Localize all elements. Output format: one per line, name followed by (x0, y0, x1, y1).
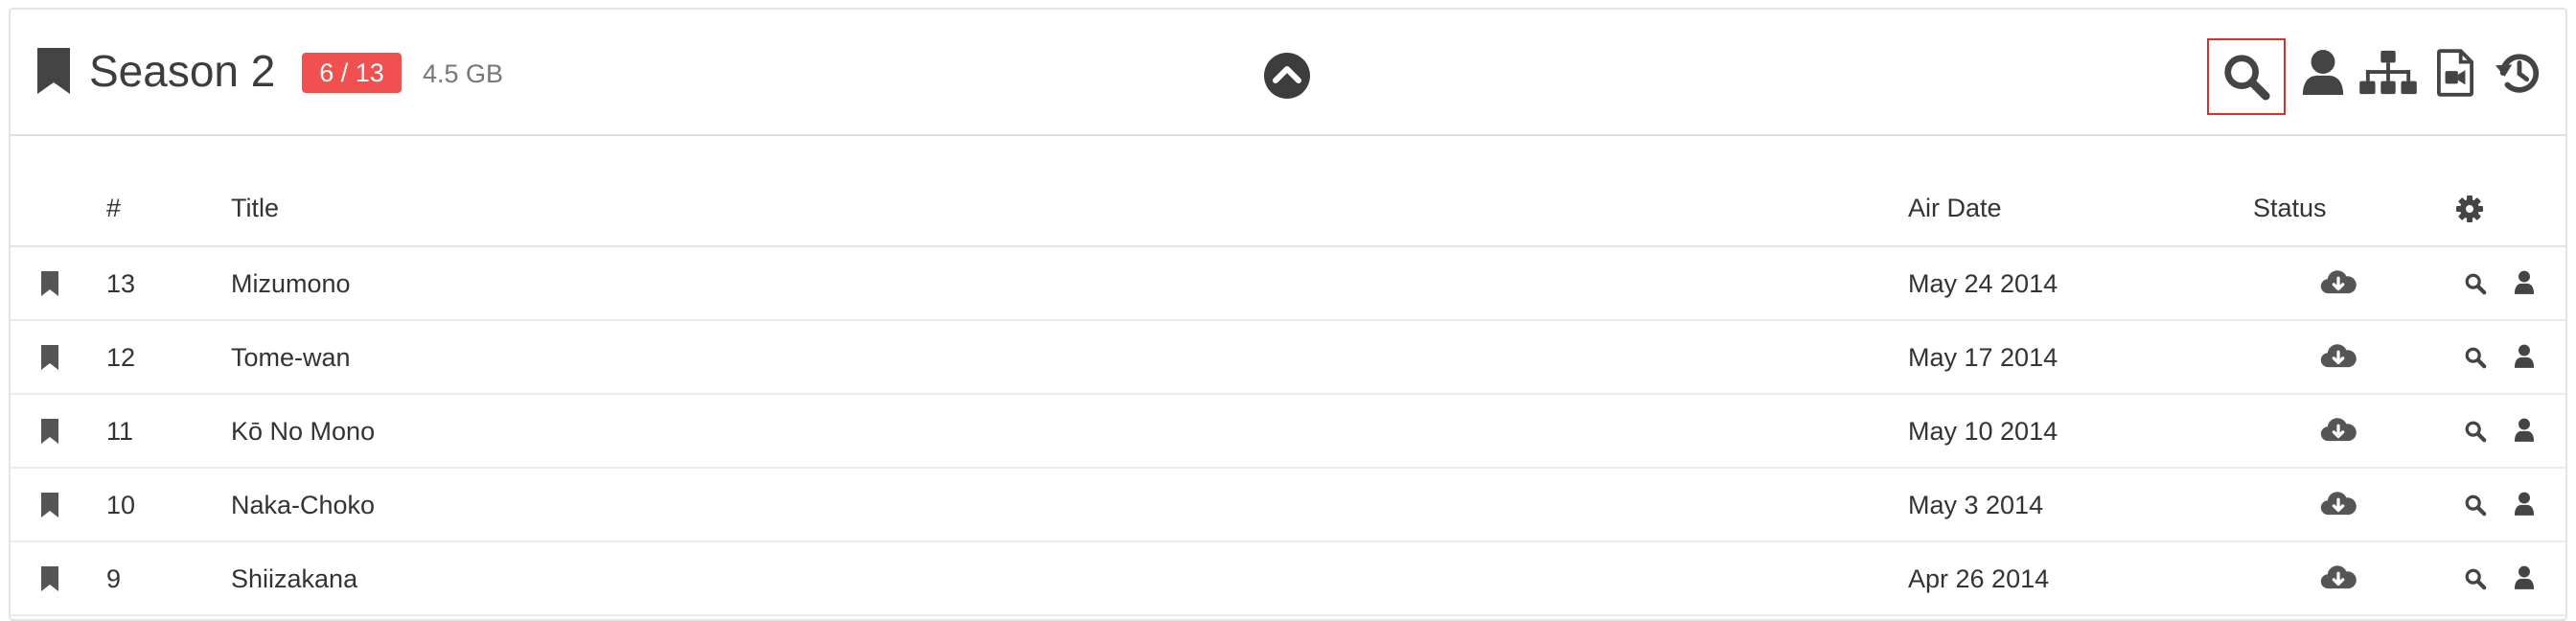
table-row: 12 Tome-wan May 17 2014 (11, 321, 2565, 395)
column-header-status[interactable]: Status (2253, 194, 2327, 222)
bookmark-icon[interactable] (39, 270, 60, 297)
episode-number: 9 (106, 564, 122, 593)
cloud-download-icon[interactable] (2320, 342, 2358, 373)
cloud-download-icon[interactable] (2320, 416, 2358, 447)
episode-title: Mizumono (231, 269, 351, 298)
user-icon[interactable] (2514, 270, 2539, 297)
search-icon[interactable] (2464, 272, 2489, 297)
sitemap-icon[interactable] (2357, 46, 2420, 100)
episode-count-badge: 6 / 13 (302, 53, 402, 93)
episode-number: 11 (106, 417, 134, 446)
episode-air-date: May 17 2014 (1908, 343, 2058, 372)
season-panel: Season 2 6 / 13 4.5 GB # Title Air Date … (9, 8, 2567, 621)
search-icon[interactable] (2464, 346, 2489, 371)
cloud-download-icon[interactable] (2320, 268, 2358, 299)
table-row: 10 Naka-Choko May 3 2014 (11, 469, 2565, 542)
bookmark-icon[interactable] (39, 565, 60, 592)
episode-number: 13 (106, 269, 136, 298)
cloud-download-icon[interactable] (2320, 564, 2358, 594)
episode-title: Shiizakana (231, 564, 358, 593)
bookmark-icon[interactable] (39, 418, 60, 445)
episode-number: 12 (106, 343, 136, 372)
episode-title: Naka-Choko (231, 491, 376, 519)
user-icon[interactable] (2514, 565, 2539, 592)
search-icon[interactable] (2207, 38, 2286, 115)
episode-air-date: Apr 26 2014 (1908, 564, 2050, 593)
table-header: # Title Air Date Status (11, 136, 2565, 247)
episode-air-date: May 3 2014 (1908, 491, 2044, 519)
table-row: 9 Shiizakana Apr 26 2014 (11, 542, 2565, 616)
season-size: 4.5 GB (423, 59, 504, 88)
episode-title: Tome-wan (231, 343, 351, 372)
season-title: Season 2 (89, 46, 276, 96)
bookmark-icon[interactable] (39, 344, 60, 371)
episode-air-date: May 24 2014 (1908, 269, 2058, 298)
search-icon[interactable] (2464, 420, 2489, 445)
gear-icon[interactable] (2456, 196, 2483, 222)
user-icon[interactable] (2514, 344, 2539, 371)
cloud-download-icon[interactable] (2320, 490, 2358, 520)
user-icon[interactable] (2297, 46, 2349, 100)
table-row: 11 Kō No Mono May 10 2014 (11, 395, 2565, 469)
episode-air-date: May 10 2014 (1908, 417, 2058, 446)
column-header-air-date[interactable]: Air Date (1908, 194, 2002, 222)
bookmark-icon[interactable] (39, 492, 60, 518)
search-icon[interactable] (2464, 494, 2489, 518)
search-icon[interactable] (2464, 567, 2489, 592)
episode-table: # Title Air Date Status 13 Mizumono May … (11, 136, 2565, 616)
user-icon[interactable] (2514, 418, 2539, 445)
column-header-title[interactable]: Title (231, 194, 279, 222)
user-icon[interactable] (2514, 492, 2539, 518)
column-header-number[interactable]: # (106, 194, 121, 222)
file-video-icon[interactable] (2429, 46, 2481, 100)
collapse-toggle-icon[interactable] (1263, 52, 1311, 100)
history-icon[interactable] (2493, 46, 2544, 100)
table-row: 13 Mizumono May 24 2014 (11, 247, 2565, 321)
episode-title: Kō No Mono (231, 417, 376, 446)
bookmark-icon[interactable] (35, 46, 72, 96)
episode-number: 10 (106, 491, 136, 519)
season-header: Season 2 6 / 13 4.5 GB (11, 10, 2565, 136)
